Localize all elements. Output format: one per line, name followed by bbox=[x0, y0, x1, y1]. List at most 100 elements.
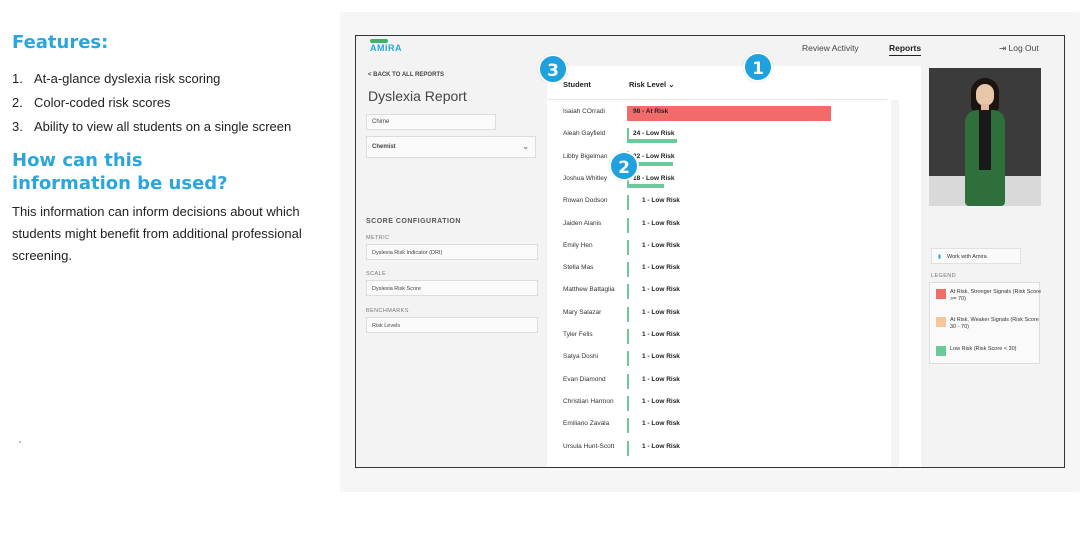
back-to-reports-link[interactable]: < BACK TO ALL REPORTS bbox=[368, 72, 444, 78]
student-name: Stella Mas bbox=[563, 264, 594, 272]
column-header-risk-level[interactable]: Risk Level ⌄ bbox=[629, 80, 674, 89]
risk-label: 22 - Low Risk bbox=[633, 152, 675, 160]
features-list: 1. At-a-glance dyslexia risk scoring 2. Co… bbox=[12, 67, 332, 139]
risk-tick bbox=[627, 284, 629, 300]
amira-logo: AMIRA bbox=[370, 39, 402, 53]
risk-label: 24 - Low Risk bbox=[633, 130, 675, 138]
callout-badge-3: 3 bbox=[538, 54, 568, 84]
student-name: Rowan Dodson bbox=[563, 197, 608, 205]
risk-tick bbox=[627, 306, 629, 322]
risk-tick bbox=[627, 195, 629, 211]
risk-label: 18 - Low Risk bbox=[633, 174, 675, 182]
amira-avatar bbox=[929, 68, 1041, 206]
table-row[interactable]: Stella Mas 1 - Low Risk bbox=[547, 258, 887, 280]
legend-swatch bbox=[936, 317, 946, 327]
student-name: Mary Salazar bbox=[563, 308, 602, 316]
legend: At Risk, Stronger Signals (Risk Score >=… bbox=[929, 282, 1042, 364]
table-row[interactable]: Ursula Hunt-Scott 1 - Low Risk bbox=[547, 437, 887, 459]
risk-label: 1 - Low Risk bbox=[642, 264, 680, 272]
nav-reports[interactable]: Reports bbox=[889, 43, 922, 56]
risk-tick bbox=[627, 440, 629, 456]
risk-tick bbox=[627, 128, 629, 144]
student-name: Tyler Felis bbox=[563, 331, 593, 338]
usage-heading: How can this information be used? bbox=[12, 150, 228, 194]
student-name: Isaiah COrradi bbox=[563, 108, 605, 115]
risk-label: 1 - Low Risk bbox=[642, 397, 680, 405]
student-name: Libby Bigelman bbox=[563, 152, 608, 160]
table-row[interactable]: Joshua Whitley 18 - Low Risk bbox=[547, 169, 887, 191]
risk-tick bbox=[627, 217, 629, 233]
legend-heading: LEGEND bbox=[931, 273, 957, 279]
student-name: Joshua Whitley bbox=[563, 174, 608, 182]
scale-label: SCALE bbox=[366, 271, 387, 277]
callout-badge-1: 1 bbox=[743, 52, 773, 82]
legend-item-low-risk: Low Risk (Risk Score < 30) bbox=[936, 346, 1042, 356]
legend-item-at-risk-strong: At Risk, Stronger Signals (Risk Score >=… bbox=[936, 289, 1042, 303]
risk-label: 1 - Low Risk bbox=[642, 286, 680, 294]
risk-tick bbox=[627, 106, 629, 121]
risk-tick bbox=[627, 351, 629, 367]
decorative-dot bbox=[19, 441, 21, 443]
risk-bar bbox=[627, 183, 665, 188]
risk-tick bbox=[627, 373, 629, 389]
table-row[interactable]: Isaiah COrradi 98 - At Risk bbox=[547, 102, 887, 124]
risk-label: 1 - Low Risk bbox=[642, 241, 680, 249]
table-row[interactable]: Jaiden Alanis 1 - Low Risk bbox=[547, 214, 887, 236]
risk-label: 1 - Low Risk bbox=[642, 331, 680, 338]
risk-tick bbox=[627, 329, 629, 344]
risk-tick bbox=[627, 395, 629, 411]
features-heading: Features: bbox=[12, 32, 109, 53]
logout-button[interactable]: ⇥ Log Out bbox=[999, 43, 1039, 54]
feature-item: 2. Color-coded risk scores bbox=[12, 95, 171, 110]
risk-label: 1 - Low Risk bbox=[642, 219, 680, 227]
student-risk-table: Student Risk Level ⌄ Isaiah COrradi 98 - … bbox=[547, 66, 921, 467]
table-row[interactable]: Christian Harmon 1 - Low Risk bbox=[547, 392, 887, 414]
legend-swatch bbox=[936, 289, 946, 299]
risk-tick bbox=[627, 239, 629, 255]
risk-label: 1 - Low Risk bbox=[642, 442, 680, 450]
callout-badge-2: 2 bbox=[609, 151, 639, 181]
student-name: Aleah Gayfield bbox=[563, 130, 606, 138]
table-row[interactable]: Emiliano Zavala 1 - Low Risk bbox=[547, 414, 887, 436]
table-row[interactable]: Matthew Battaglia 1 - Low Risk bbox=[547, 280, 887, 302]
benchmarks-field[interactable]: Risk Levels bbox=[366, 317, 538, 333]
microphone-icon: ▮ bbox=[938, 254, 942, 260]
table-row[interactable]: Emily Hen 1 - Low Risk bbox=[547, 236, 887, 258]
student-name: Emiliano Zavala bbox=[563, 420, 610, 428]
student-name: Matthew Battaglia bbox=[563, 286, 615, 294]
legend-swatch bbox=[936, 346, 946, 356]
risk-bar bbox=[627, 139, 677, 144]
risk-tick bbox=[627, 418, 629, 434]
filter-select-2[interactable]: Chemist ⌄ bbox=[366, 136, 536, 158]
student-name: Emily Hen bbox=[563, 241, 593, 249]
top-bar: AMIRA Review Activity Reports ⇥ Log Out bbox=[356, 36, 1064, 64]
risk-tick bbox=[627, 262, 629, 278]
report-sidebar: < BACK TO ALL REPORTS Dyslexia Report Ch… bbox=[356, 64, 542, 467]
metric-field[interactable]: Dyslexia Risk Indicator (DRI) bbox=[366, 244, 538, 260]
risk-label: 1 - Low Risk bbox=[642, 420, 680, 428]
student-name: Jaiden Alanis bbox=[563, 219, 602, 227]
benchmarks-label: BENCHMARKS bbox=[366, 308, 409, 314]
header-divider bbox=[547, 99, 887, 100]
student-name: Christian Harmon bbox=[563, 397, 614, 405]
work-with-amira-button[interactable]: ▮ Work with Amira bbox=[931, 248, 1021, 264]
table-row[interactable]: Libby Bigelman 22 - Low Risk bbox=[547, 147, 887, 169]
table-row[interactable]: Aleah Gayfield 24 - Low Risk bbox=[547, 124, 887, 146]
table-row[interactable]: Satya Doshi 1 - Low Risk bbox=[547, 347, 887, 369]
student-name: Evan Diamond bbox=[563, 375, 606, 383]
student-name: Satya Doshi bbox=[563, 353, 599, 361]
table-row[interactable]: Evan Diamond 1 - Low Risk bbox=[547, 370, 887, 392]
table-scrollbar[interactable] bbox=[891, 100, 899, 467]
column-header-student[interactable]: Student bbox=[563, 80, 591, 89]
table-row[interactable]: Mary Salazar 1 - Low Risk bbox=[547, 303, 887, 325]
table-row[interactable]: Tyler Felis 1 - Low Risk bbox=[547, 325, 887, 347]
scale-field[interactable]: Dyslexia Risk Score bbox=[366, 280, 538, 296]
features-panel: Features: 1. At-a-glance dyslexia risk sc… bbox=[12, 32, 332, 267]
metric-label: METRIC bbox=[366, 235, 390, 241]
risk-label: 98 - At Risk bbox=[633, 108, 669, 115]
filter-select-1[interactable]: Chime bbox=[366, 114, 496, 130]
right-panel: ▮ Work with Amira LEGEND At Risk, Stronge… bbox=[923, 64, 1064, 467]
legend-item-at-risk-weak: At Risk, Weaker Signals (Risk Score 30 -… bbox=[936, 317, 1042, 331]
table-row[interactable]: Rowan Dodson 1 - Low Risk bbox=[547, 191, 887, 213]
nav-review-activity[interactable]: Review Activity bbox=[802, 43, 859, 53]
